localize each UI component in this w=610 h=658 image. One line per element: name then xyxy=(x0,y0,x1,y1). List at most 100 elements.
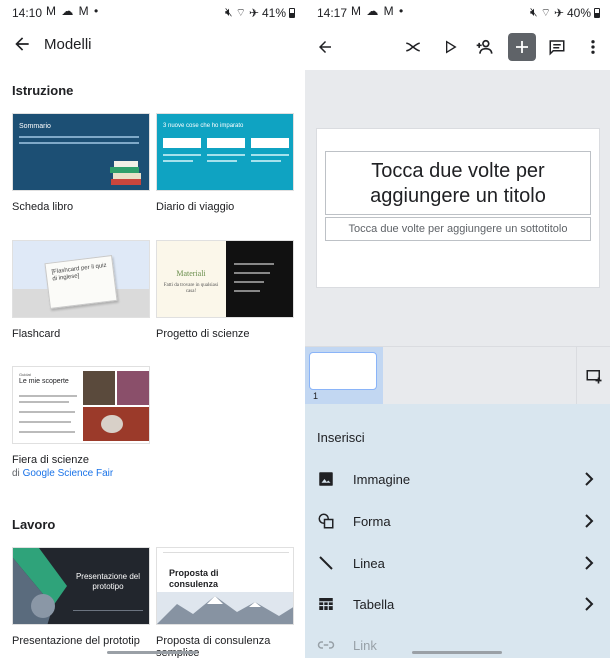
template-progetto-di-scienze[interactable]: Materiali Fatti da trovare in qualsiasi … xyxy=(156,240,294,340)
status-time: 14:17 xyxy=(317,6,348,20)
insert-item-linea[interactable]: Linea xyxy=(305,544,610,584)
status-bar: 14:10 M ☁ M • 🔇︎ ⌔ ✈ 41% xyxy=(0,0,305,26)
battery-icon xyxy=(594,7,600,18)
template-thumbnail: 3 nuove cose che ho imparato xyxy=(156,113,294,191)
battery-icon xyxy=(289,7,295,18)
add-person-icon[interactable] xyxy=(471,33,499,61)
thumb-decoration xyxy=(13,548,67,624)
wifi-icon: ⌔ xyxy=(235,6,246,19)
more-options-icon[interactable] xyxy=(579,33,607,61)
status-bar: 14:17 M ☁ M • 🔇︎ ⌔ ✈ 40% xyxy=(305,0,610,26)
plus-icon xyxy=(516,41,528,53)
cast-presentation-icon[interactable] xyxy=(399,33,427,61)
battery-percent: 41% xyxy=(261,5,286,20)
template-label: Diario di viaggio xyxy=(156,201,235,213)
insert-item-label: Link xyxy=(353,638,377,653)
mute-icon: 🔇︎ xyxy=(530,5,538,19)
template-proposta-di-consulenza[interactable]: Proposta di consulenza Proposta di consu… xyxy=(156,547,294,658)
wifi-icon: ⌔ xyxy=(540,6,551,19)
slide-thumbnail xyxy=(309,352,377,390)
thumb-kicker: Guidat xyxy=(19,372,31,377)
author-link[interactable]: Google Science Fair xyxy=(23,468,114,479)
template-label: Fiera di scienze xyxy=(12,454,90,466)
template-label: Progetto di scienze xyxy=(156,328,250,340)
insert-item-label: Linea xyxy=(353,556,385,571)
templates-screen: 14:10 M ☁ M • 🔇︎ ⌔ ✈ 41% Modelli Istruzi… xyxy=(0,0,305,658)
subtitle-placeholder[interactable]: Tocca due volte per aggiungere un sottot… xyxy=(325,217,591,241)
section-title-lavoro: Lavoro xyxy=(12,517,56,532)
section-title-istruzione: Istruzione xyxy=(12,83,74,98)
template-scheda-libro[interactable]: Sommario Scheda libro xyxy=(12,113,150,213)
airplane-icon: ✈ xyxy=(248,5,259,20)
insert-item-tabella[interactable]: Tabella xyxy=(305,585,610,625)
status-time: 14:10 xyxy=(12,6,43,20)
app-bar: Modelli xyxy=(0,30,305,60)
insert-item-label: Tabella xyxy=(353,597,395,612)
template-thumbnail: Sommario xyxy=(12,113,150,191)
template-label: Presentazione del prototip xyxy=(12,635,140,647)
thumb-title: Proposta di consulenza xyxy=(169,568,219,589)
mute-icon: 🔇︎ xyxy=(225,5,233,19)
gesture-bar xyxy=(107,651,197,654)
airplane-icon: ✈ xyxy=(553,5,564,20)
insert-item-immagine[interactable]: Immagine xyxy=(305,460,610,500)
mountains-image xyxy=(157,592,293,624)
thumb-subtitle: Fatti da trovare in qualsiasi casa! xyxy=(163,283,219,294)
template-thumbnail: [Flashcard per il quiz di inglese] xyxy=(12,240,150,318)
chevron-right-icon xyxy=(585,514,594,528)
image-icon xyxy=(319,472,333,486)
insert-panel: Inserisci Immagine Forma Linea Tabella L… xyxy=(305,404,610,658)
notification-icons: M ☁ M • xyxy=(351,4,405,18)
editor-toolbar xyxy=(305,30,610,64)
template-label: Proposta di consulenza xyxy=(156,635,271,647)
back-arrow-icon[interactable] xyxy=(12,34,32,54)
slide-filmstrip: 1 xyxy=(305,346,610,405)
back-arrow-icon[interactable] xyxy=(311,33,339,61)
status-right: 🔇︎ ⌔ ✈ 41% xyxy=(225,5,295,20)
slide-canvas: Tocca due volte per aggiungere un titolo… xyxy=(305,70,610,346)
page-title: Modelli xyxy=(44,36,92,53)
battery-percent: 40% xyxy=(566,5,591,20)
thumb-title: Le mie scoperte xyxy=(19,378,69,385)
template-diario-di-viaggio[interactable]: 3 nuove cose che ho imparato Diario di v… xyxy=(156,113,294,213)
books-icon xyxy=(110,161,141,185)
template-flashcard[interactable]: [Flashcard per il quiz di inglese] Flash… xyxy=(12,240,150,340)
template-label: Flashcard xyxy=(12,328,61,340)
thumb-title: Sommario xyxy=(19,123,51,130)
chevron-right-icon xyxy=(585,472,594,486)
author-prefix: di xyxy=(12,468,20,479)
filmstrip-slide-1[interactable]: 1 xyxy=(305,347,383,405)
link-icon xyxy=(317,641,335,649)
template-thumbnail: Materiali Fatti da trovare in qualsiasi … xyxy=(156,240,294,318)
thumb-title: Materiali xyxy=(176,269,206,278)
template-fiera-di-scienze[interactable]: Guidat Le mie scoperte Fiera di scienze … xyxy=(12,366,150,479)
shape-icon xyxy=(318,513,334,529)
insert-item-forma[interactable]: Forma xyxy=(305,502,610,542)
insert-plus-button[interactable] xyxy=(508,33,536,61)
current-slide[interactable]: Tocca due volte per aggiungere un titolo… xyxy=(316,128,600,288)
new-slide-button[interactable] xyxy=(576,347,610,405)
insert-item-label: Immagine xyxy=(353,472,411,487)
insert-item-label: Forma xyxy=(353,514,391,529)
chevron-right-icon xyxy=(585,597,594,611)
template-thumbnail: Proposta di consulenza xyxy=(156,547,294,625)
notification-icons: M ☁ M • xyxy=(46,4,100,18)
play-icon[interactable] xyxy=(436,33,464,61)
title-placeholder[interactable]: Tocca due volte per aggiungere un titolo xyxy=(325,151,591,215)
comment-icon[interactable] xyxy=(543,33,571,61)
chevron-right-icon xyxy=(585,556,594,570)
template-thumbnail: Presentazione del prototipo xyxy=(12,547,150,625)
slides-editor-screen: 14:17 M ☁ M • 🔇︎ ⌔ ✈ 40% Tocca due volte… xyxy=(305,0,610,658)
thumb-title: Presentazione del prototipo xyxy=(75,572,141,591)
template-label: Scheda libro xyxy=(12,201,74,213)
insert-panel-title: Inserisci xyxy=(317,430,365,445)
table-icon xyxy=(319,598,333,610)
template-author: di Google Science Fair xyxy=(12,468,150,479)
line-icon xyxy=(319,556,333,570)
gesture-bar xyxy=(412,651,502,654)
thumb-title: 3 nuove cose che ho imparato xyxy=(163,123,244,129)
template-thumbnail: Guidat Le mie scoperte xyxy=(12,366,150,444)
status-right: 🔇︎ ⌔ ✈ 40% xyxy=(530,5,600,20)
slide-number: 1 xyxy=(313,391,319,401)
template-presentazione-prototipo[interactable]: Presentazione del prototipo Presentazion… xyxy=(12,547,150,647)
